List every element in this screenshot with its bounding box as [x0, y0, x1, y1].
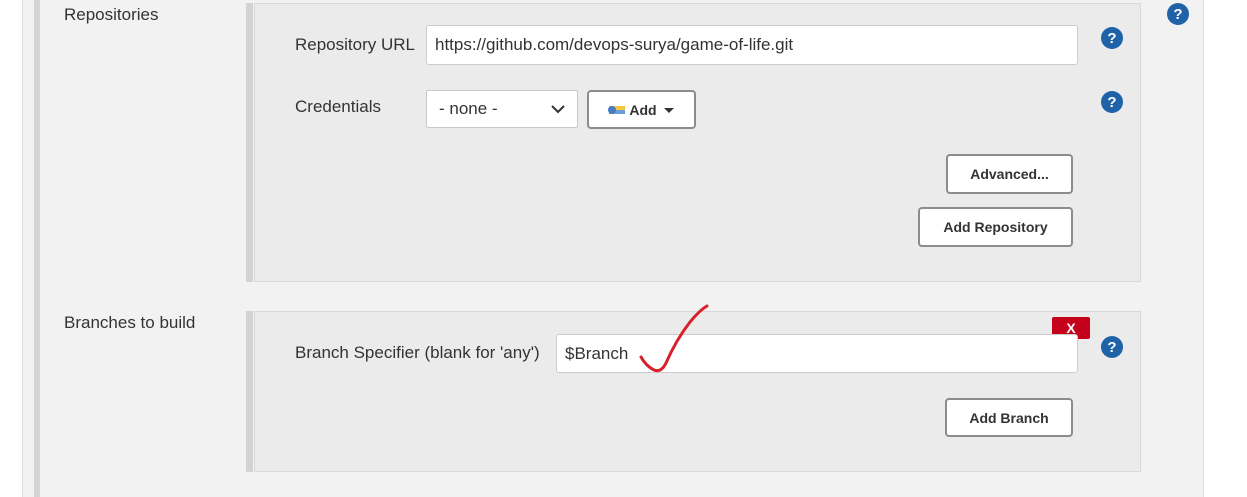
credentials-selected-value: - none -: [439, 99, 498, 118]
branch-specifier-label: Branch Specifier (blank for 'any'): [295, 343, 540, 362]
repositories-label: Repositories: [64, 5, 159, 24]
credentials-select[interactable]: - none -: [426, 90, 578, 128]
caret-down-icon: [663, 107, 674, 113]
repository-url-help-icon[interactable]: ?: [1101, 27, 1123, 49]
branch-specifier-help-icon[interactable]: ?: [1101, 336, 1123, 358]
branches-to-build-label: Branches to build: [64, 313, 196, 332]
advanced-button[interactable]: Advanced...: [946, 154, 1073, 194]
credentials-label: Credentials: [295, 97, 381, 116]
repository-url-input[interactable]: https://github.com/devops-surya/game-of-…: [426, 25, 1078, 65]
repositories-nesting-bar: [246, 3, 253, 282]
outer-nesting-bar: [34, 0, 40, 497]
key-icon: [608, 105, 626, 114]
add-branch-button[interactable]: Add Branch: [945, 398, 1073, 437]
branches-nesting-bar: [246, 311, 253, 472]
repository-url-label: Repository URL: [295, 35, 415, 54]
credentials-help-icon[interactable]: ?: [1101, 91, 1123, 113]
add-repository-button[interactable]: Add Repository: [918, 207, 1073, 247]
scm-help-icon[interactable]: ?: [1167, 3, 1189, 25]
add-credentials-label: Add: [629, 101, 657, 118]
add-credentials-button[interactable]: Add: [587, 90, 696, 129]
checkmark-annotation-icon: [639, 304, 709, 373]
chevron-down-icon: [551, 105, 565, 114]
